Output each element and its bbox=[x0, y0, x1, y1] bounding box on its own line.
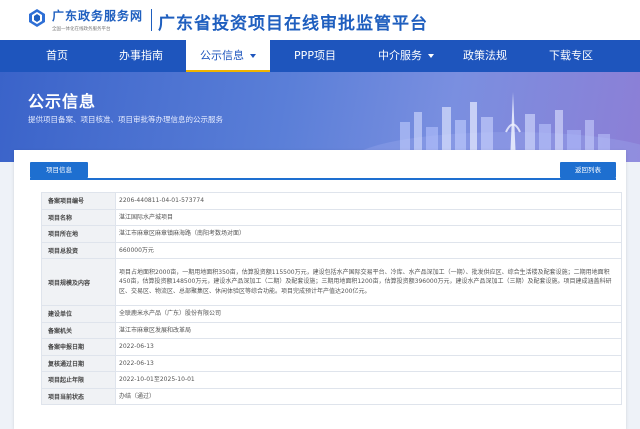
row-label: 备案申报日期 bbox=[41, 338, 116, 356]
brand-name: 广东政务服务网 bbox=[52, 9, 144, 23]
chevron-down-icon bbox=[428, 54, 434, 58]
row-label: 项目总投资 bbox=[41, 241, 116, 259]
nav-label: 下载专区 bbox=[549, 49, 593, 62]
brand-block[interactable]: 广东政务服务网 全国一体化在线政务服务平台 bbox=[52, 7, 143, 32]
banner-title: 公示信息 bbox=[28, 92, 97, 111]
row-label: 项目所在地 bbox=[41, 225, 116, 243]
tab-underline bbox=[30, 178, 616, 180]
table-row: 项目所在地 湛江市麻章区麻章镇麻海路（南阳考数场对面） bbox=[41, 225, 622, 243]
header-divider bbox=[151, 9, 152, 31]
row-label: 备案机关 bbox=[41, 321, 116, 339]
nav-item-home[interactable]: 首页 bbox=[28, 40, 86, 72]
chevron-down-icon bbox=[250, 54, 256, 58]
project-info-panel: 项目信息 返回列表 备案项目编号 2206-440811-04-01-573774… bbox=[14, 150, 626, 429]
nav-item-public-info[interactable]: 公示信息 bbox=[186, 40, 270, 72]
nav-label: 政策法规 bbox=[463, 49, 507, 62]
row-label: 复核通过日期 bbox=[41, 354, 116, 372]
banner-subtitle: 提供项目备案、项目核准、项目审批等办理信息的公示服务 bbox=[28, 115, 223, 124]
nav-label: 办事指南 bbox=[119, 49, 163, 62]
row-label: 建设单位 bbox=[41, 305, 116, 323]
row-value: 湛江国际水产城项目 bbox=[115, 208, 622, 226]
row-value: 2022-10-01至2025-10-01 bbox=[115, 371, 622, 389]
nav-label: 首页 bbox=[46, 49, 68, 62]
guangdong-logo-icon[interactable] bbox=[26, 7, 48, 29]
site-title: 广东省投资项目在线审批监管平台 bbox=[158, 14, 428, 34]
site-header: 广东政务服务网 全国一体化在线政务服务平台 广东省投资项目在线审批监管平台 bbox=[0, 0, 640, 40]
nav-item-downloads[interactable]: 下载专区 bbox=[540, 40, 602, 72]
nav-label: 中介服务 bbox=[378, 49, 422, 62]
nav-item-policies[interactable]: 政策法规 bbox=[456, 40, 514, 72]
nav-item-guide[interactable]: 办事指南 bbox=[108, 40, 174, 72]
table-row: 项目名称 湛江国际水产城项目 bbox=[41, 208, 622, 226]
table-row: 备案申报日期 2022-06-13 bbox=[41, 338, 622, 356]
table-row: 建设单位 全联鹿米水产品（广东）股份有限公司 bbox=[41, 305, 622, 323]
back-to-list-button[interactable]: 返回列表 bbox=[560, 162, 616, 178]
row-value: 660000万元 bbox=[115, 241, 622, 259]
row-label: 项目规模及内容 bbox=[41, 258, 116, 306]
table-row: 项目规模及内容 项目占地面积2000亩，一期用地面积350亩，估算投资额11550… bbox=[41, 258, 622, 306]
nav-label: 公示信息 bbox=[200, 49, 244, 62]
row-label: 项目当前状态 bbox=[41, 387, 116, 405]
row-label: 项目起止年限 bbox=[41, 371, 116, 389]
row-value: 2022-06-13 bbox=[115, 338, 622, 356]
row-value: 办结（通过） bbox=[115, 387, 622, 405]
row-value: 项目占地面积2000亩，一期用地面积350亩，估算投资额115500万元，建设包… bbox=[115, 258, 622, 306]
city-skyline-illustration bbox=[350, 92, 640, 162]
table-row: 项目起止年限 2022-10-01至2025-10-01 bbox=[41, 371, 622, 389]
table-row: 备案项目编号 2206-440811-04-01-573774 bbox=[41, 192, 622, 210]
nav-item-ppp[interactable]: PPP项目 bbox=[286, 40, 344, 72]
tab-project-info[interactable]: 项目信息 bbox=[30, 162, 88, 178]
nav-item-agency-services[interactable]: 中介服务 bbox=[370, 40, 442, 72]
row-value: 2022-06-13 bbox=[115, 354, 622, 372]
table-row: 项目总投资 660000万元 bbox=[41, 241, 622, 259]
row-value: 2206-440811-04-01-573774 bbox=[115, 192, 622, 210]
nav-label: PPP项目 bbox=[294, 49, 336, 62]
project-info-table: 备案项目编号 2206-440811-04-01-573774 项目名称 湛江国际水… bbox=[41, 192, 622, 405]
table-row: 项目当前状态 办结（通过） bbox=[41, 387, 622, 405]
row-value: 全联鹿米水产品（广东）股份有限公司 bbox=[115, 305, 622, 323]
row-label: 备案项目编号 bbox=[41, 192, 116, 210]
page-banner: 公示信息 提供项目备案、项目核准、项目审批等办理信息的公示服务 bbox=[0, 72, 640, 162]
main-nav: 首页 办事指南 公示信息 PPP项目 中介服务 政策法规 下载专区 bbox=[0, 40, 640, 72]
table-row: 备案机关 湛江市麻章区发展和改革局 bbox=[41, 321, 622, 339]
panel-toolbar: 项目信息 返回列表 bbox=[14, 150, 626, 180]
row-value: 湛江市麻章区发展和改革局 bbox=[115, 321, 622, 339]
brand-slogan: 全国一体化在线政务服务平台 bbox=[52, 27, 111, 32]
table-row: 复核通过日期 2022-06-13 bbox=[41, 354, 622, 372]
row-label: 项目名称 bbox=[41, 208, 116, 226]
row-value: 湛江市麻章区麻章镇麻海路（南阳考数场对面） bbox=[115, 225, 622, 243]
